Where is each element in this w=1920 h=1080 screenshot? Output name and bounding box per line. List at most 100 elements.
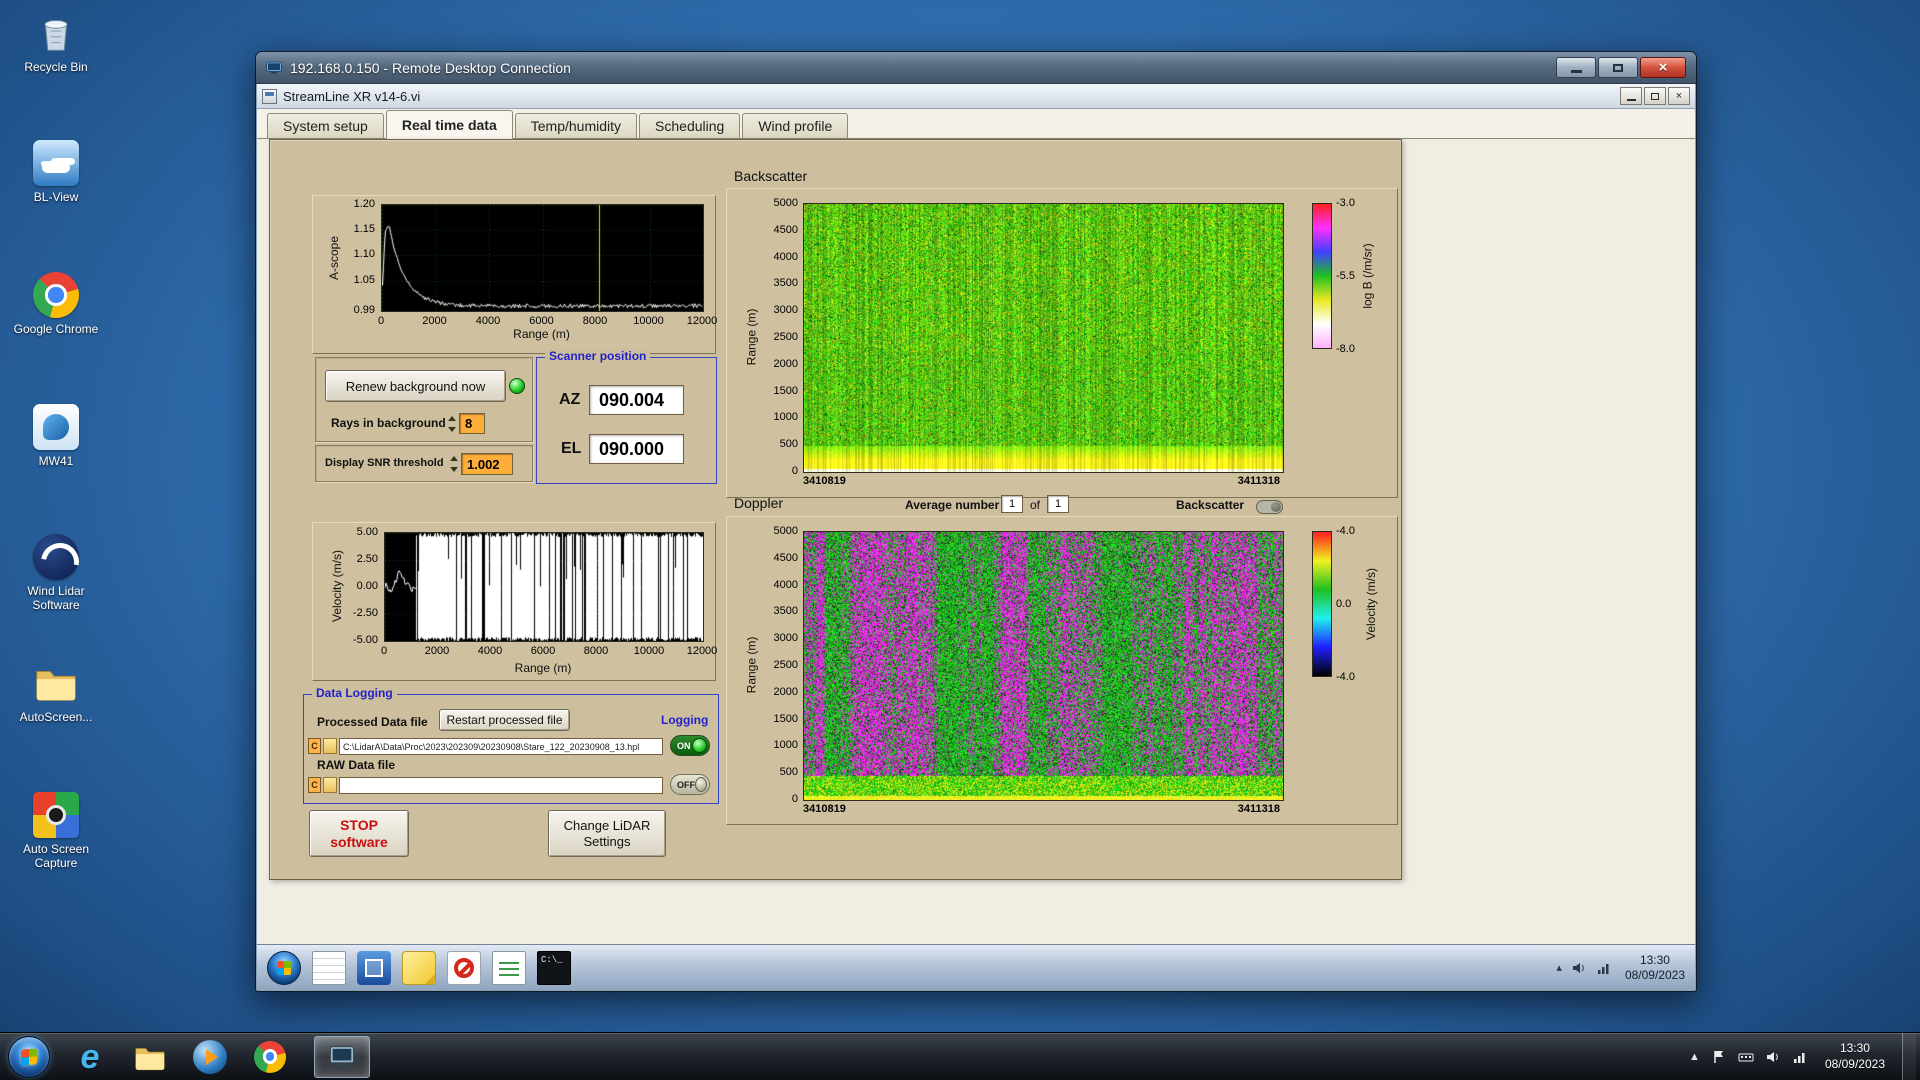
axis-tick-label: 4000 bbox=[773, 250, 798, 263]
tab-wind-profile[interactable]: Wind profile bbox=[742, 113, 849, 138]
backscatter-y-axis-label: Range (m) bbox=[744, 308, 759, 366]
axis-tick-label: 10000 bbox=[633, 645, 665, 657]
raw-logging-switch[interactable]: OFF bbox=[670, 774, 710, 795]
desktop-icon-google-chrome[interactable]: Google Chrome bbox=[6, 272, 106, 337]
a-scope-y-axis-label: A-scope bbox=[327, 235, 342, 281]
remote-tray-expand-icon[interactable]: ▴ bbox=[1556, 961, 1562, 974]
renew-background-button[interactable]: Renew background now bbox=[325, 370, 506, 402]
axis-tick-label: 3000 bbox=[773, 632, 798, 645]
tray-keyboard-icon[interactable] bbox=[1738, 1049, 1754, 1065]
processed-logging-switch[interactable]: ON bbox=[670, 735, 710, 756]
snr-threshold-field[interactable]: 1.002 bbox=[461, 453, 513, 475]
app-restore-button[interactable] bbox=[1644, 87, 1666, 105]
taskbar-rdp-active-button[interactable] bbox=[314, 1035, 370, 1078]
tab-system-setup[interactable]: System setup bbox=[267, 113, 384, 138]
tray-network-icon[interactable] bbox=[1792, 1049, 1808, 1065]
clock-date: 08/09/2023 bbox=[1824, 1056, 1885, 1071]
tray-volume-icon[interactable] bbox=[1765, 1049, 1781, 1065]
taskbar-explorer-icon[interactable] bbox=[128, 1035, 172, 1079]
axis-tick-label: -4.0 bbox=[1336, 671, 1355, 683]
show-desktop-button[interactable] bbox=[1902, 1033, 1916, 1080]
chrome-icon bbox=[33, 272, 79, 318]
stop-button-label-2: software bbox=[330, 833, 388, 850]
change-lidar-settings-button[interactable]: Change LiDAR Settings bbox=[548, 810, 666, 857]
remote-taskbar-command-prompt-icon[interactable]: C:\_ bbox=[537, 950, 571, 985]
desktop-icon-autoscreen-folder[interactable]: AutoScreen... bbox=[6, 660, 106, 725]
rays-spinner[interactable] bbox=[448, 414, 458, 434]
snr-spinner[interactable] bbox=[450, 454, 460, 474]
rays-in-background-field[interactable]: 8 bbox=[459, 413, 485, 434]
doppler-colorbar bbox=[1312, 531, 1332, 677]
axis-tick-label: 3500 bbox=[773, 605, 798, 618]
app-minimize-button[interactable] bbox=[1620, 87, 1642, 105]
tray-flag-icon[interactable] bbox=[1711, 1049, 1727, 1065]
chrome-icon bbox=[254, 1040, 286, 1073]
axis-tick-label: -5.5 bbox=[1336, 270, 1355, 282]
taskbar-media-player-icon[interactable] bbox=[188, 1035, 232, 1079]
processed-data-file-path[interactable]: C:\LidarA\Data\Proc\2023\202309\20230908… bbox=[339, 738, 663, 755]
desktop-icon-recycle-bin[interactable]: Recycle Bin bbox=[6, 10, 106, 75]
remote-taskbar-sticky-notes-icon[interactable] bbox=[402, 950, 436, 985]
raw-data-file-path[interactable] bbox=[339, 777, 663, 794]
backscatter-toggle[interactable] bbox=[1256, 500, 1283, 514]
desktop-icon-bl-view[interactable]: BL-View bbox=[6, 140, 106, 205]
rdp-close-button[interactable]: × bbox=[1640, 57, 1686, 78]
axis-tick-label: 3410819 bbox=[803, 803, 846, 815]
el-field[interactable]: 090.000 bbox=[589, 434, 684, 464]
tab-scheduling[interactable]: Scheduling bbox=[639, 113, 741, 138]
rdp-window-title: 192.168.0.150 - Remote Desktop Connectio… bbox=[290, 59, 571, 76]
desktop-icon-auto-screen-capture[interactable]: Auto Screen Capture bbox=[6, 792, 106, 871]
axis-tick-label: 1500 bbox=[773, 712, 798, 725]
average-of-field[interactable]: 1 bbox=[1047, 495, 1069, 513]
desktop: Recycle Bin BL-View Google Chrome MW41 W… bbox=[0, 0, 1920, 1080]
az-field[interactable]: 090.004 bbox=[589, 385, 684, 415]
axis-tick-label: 3500 bbox=[773, 277, 798, 290]
switch-label: OFF bbox=[677, 779, 695, 790]
axis-tick-label: 4000 bbox=[477, 645, 503, 657]
tray-expand-icon[interactable]: ▲ bbox=[1689, 1051, 1700, 1063]
browse-folder-icon[interactable] bbox=[323, 777, 337, 793]
axis-tick-label: -4.0 bbox=[1336, 525, 1355, 537]
remote-tray-network-icon[interactable] bbox=[1596, 960, 1612, 976]
taskbar-chrome-icon[interactable] bbox=[248, 1035, 292, 1079]
remote-taskbar-xr-file-icon[interactable] bbox=[492, 950, 526, 985]
desktop-icon-wind-lidar-software[interactable]: Wind Lidar Software bbox=[6, 534, 106, 613]
axis-tick-label: 2000 bbox=[773, 357, 798, 370]
scanner-position-title: Scanner position bbox=[545, 349, 651, 363]
stop-software-button[interactable]: STOP software bbox=[309, 810, 409, 857]
tab-temp-humidity[interactable]: Temp/humidity bbox=[514, 113, 638, 138]
remote-taskbar-system-icon[interactable] bbox=[357, 950, 391, 985]
remote-taskbar-stop-icon[interactable] bbox=[447, 950, 481, 985]
start-button[interactable] bbox=[8, 1035, 50, 1078]
average-number-field[interactable]: 1 bbox=[1001, 495, 1023, 513]
axis-tick-label: 1000 bbox=[773, 739, 798, 752]
axis-tick-label: 2000 bbox=[424, 645, 450, 657]
tab-real-time-data[interactable]: Real time data bbox=[385, 110, 513, 139]
desktop-icon-label: MW41 bbox=[38, 454, 74, 468]
tab-bar: System setup Real time data Temp/humidit… bbox=[257, 109, 1695, 139]
axis-tick-label: 500 bbox=[779, 766, 798, 779]
remote-start-orb[interactable] bbox=[267, 950, 301, 985]
browse-folder-icon[interactable] bbox=[323, 738, 337, 754]
desktop-icon-label: BL-View bbox=[33, 190, 79, 204]
axis-tick-label: 2500 bbox=[773, 659, 798, 671]
remote-clock[interactable]: 13:30 08/09/2023 bbox=[1621, 953, 1685, 983]
restart-processed-file-button[interactable]: Restart processed file bbox=[439, 709, 570, 731]
rdp-maximize-button[interactable] bbox=[1598, 57, 1638, 78]
backscatter-colorbar bbox=[1312, 203, 1332, 349]
app-close-button[interactable]: × bbox=[1668, 87, 1690, 105]
recycle-bin-icon bbox=[33, 10, 79, 56]
desktop-icon-mw41[interactable]: MW41 bbox=[6, 404, 106, 469]
app-titlebar[interactable]: StreamLine XR v14-6.vi × bbox=[257, 84, 1695, 109]
axis-tick-label: 12000 bbox=[686, 645, 718, 657]
taskbar-internet-explorer-icon[interactable]: e bbox=[68, 1035, 112, 1079]
remote-taskbar-notepad-icon[interactable] bbox=[312, 950, 346, 985]
rdp-minimize-button[interactable] bbox=[1556, 57, 1596, 78]
axis-tick-label: 12000 bbox=[686, 315, 718, 327]
rdp-app-icon bbox=[266, 61, 282, 73]
az-label: AZ bbox=[559, 391, 581, 408]
rdp-titlebar[interactable]: 192.168.0.150 - Remote Desktop Connectio… bbox=[256, 52, 1696, 84]
folder-icon bbox=[33, 660, 79, 706]
clock[interactable]: 13:30 08/09/2023 bbox=[1819, 1041, 1891, 1072]
remote-tray-volume-icon[interactable] bbox=[1571, 960, 1587, 976]
